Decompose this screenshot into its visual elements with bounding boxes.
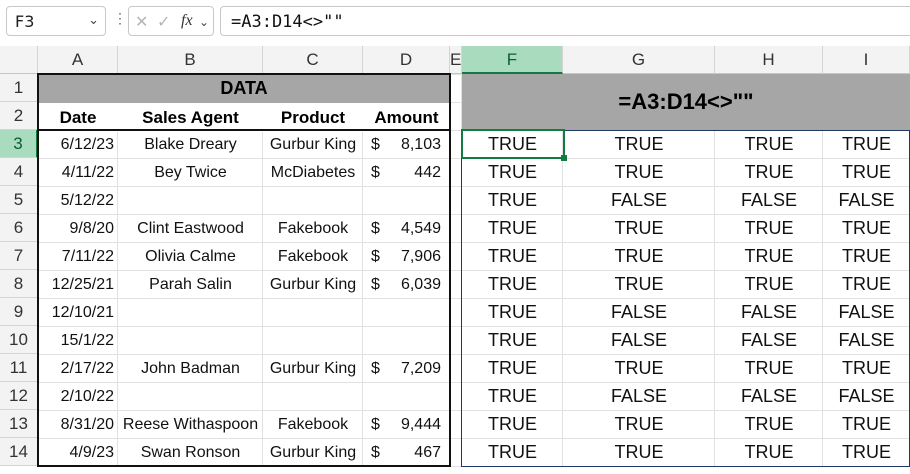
column-header-i[interactable]: I <box>823 46 910 74</box>
data-table-border <box>37 73 451 467</box>
fill-handle[interactable] <box>561 155 567 161</box>
row-header-9[interactable]: 9 <box>0 298 38 326</box>
cancel-icon[interactable]: ✕ <box>135 12 148 32</box>
column-header-e[interactable]: E <box>450 46 462 74</box>
row-header-7[interactable]: 7 <box>0 242 38 270</box>
row-header-4[interactable]: 4 <box>0 158 38 186</box>
column-header-c[interactable]: C <box>263 46 363 74</box>
name-box-value: F3 <box>15 12 35 31</box>
formula-text: =A3:D14<>"" <box>231 12 344 32</box>
column-header-b[interactable]: B <box>118 46 263 74</box>
row-header-12[interactable]: 12 <box>0 382 38 410</box>
column-header-h[interactable]: H <box>715 46 823 74</box>
active-cell-selection[interactable] <box>461 129 565 159</box>
column-header-d[interactable]: D <box>363 46 450 74</box>
formula-controls: ✕ ✓ fx ⌄ <box>128 6 214 36</box>
more-options-icon[interactable]: ⋮ <box>113 10 127 27</box>
formula-input[interactable]: =A3:D14<>"" <box>220 6 910 36</box>
row-header-13[interactable]: 13 <box>0 410 38 438</box>
row-header-3[interactable]: 3 <box>0 130 38 158</box>
select-all-corner[interactable] <box>0 46 38 74</box>
function-fx-icon[interactable]: fx <box>181 12 193 30</box>
formula-bar: F3 ⌄ ⋮ ✕ ✓ fx ⌄ =A3:D14<>"" <box>0 0 910 44</box>
row-header-14[interactable]: 14 <box>0 438 38 466</box>
result-title: =A3:D14<>"" <box>462 74 910 131</box>
column-header-f[interactable]: F <box>462 46 563 74</box>
chevron-down-icon[interactable]: ⌄ <box>88 12 99 28</box>
column-header-g[interactable]: G <box>563 46 715 74</box>
row-header-5[interactable]: 5 <box>0 186 38 214</box>
chevron-down-icon[interactable]: ⌄ <box>199 15 209 29</box>
data-header-line <box>38 129 450 131</box>
row-header-2[interactable]: 2 <box>0 102 38 130</box>
row-header-1[interactable]: 1 <box>0 74 38 102</box>
spill-range-border <box>461 130 910 467</box>
enter-check-icon[interactable]: ✓ <box>157 12 170 32</box>
row-header-11[interactable]: 11 <box>0 354 38 382</box>
row-header-10[interactable]: 10 <box>0 326 38 354</box>
row-header-6[interactable]: 6 <box>0 214 38 242</box>
name-box[interactable]: F3 ⌄ <box>6 6 106 36</box>
row-header-8[interactable]: 8 <box>0 270 38 298</box>
column-header-a[interactable]: A <box>38 46 118 74</box>
